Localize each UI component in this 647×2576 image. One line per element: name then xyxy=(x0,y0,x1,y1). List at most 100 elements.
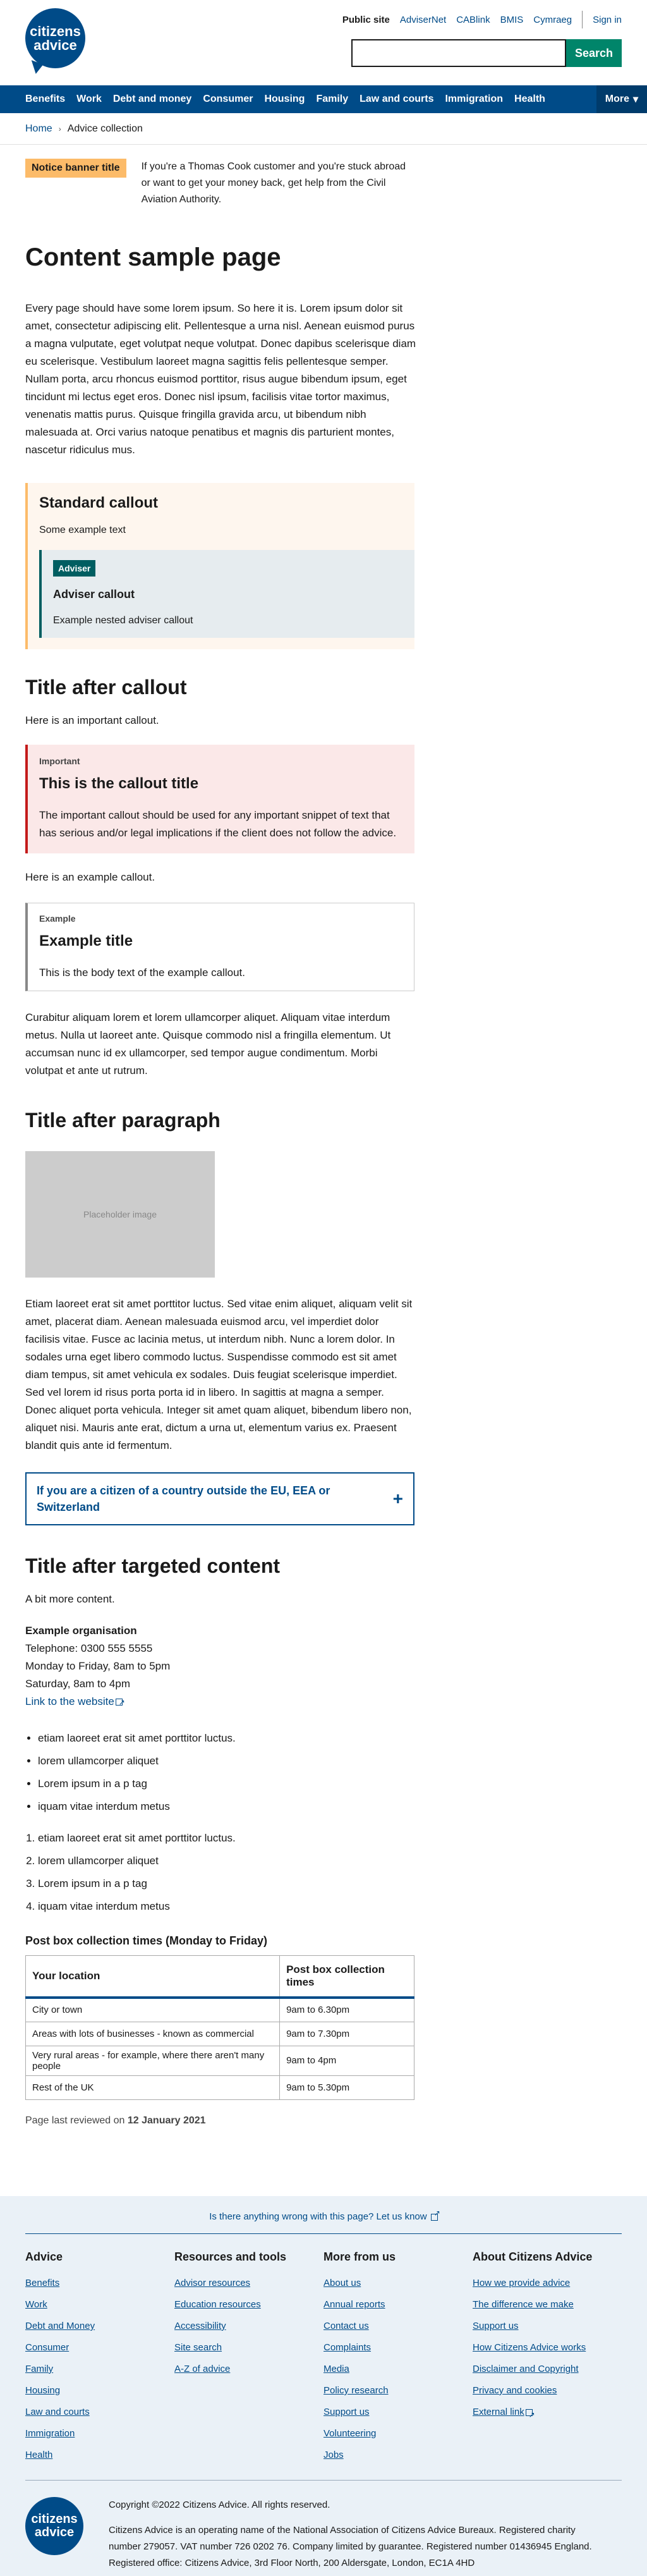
footer-link[interactable]: Debt and Money xyxy=(25,2316,174,2337)
search-input[interactable] xyxy=(351,39,566,67)
breadcrumb-home[interactable]: Home xyxy=(25,123,52,135)
public-site-link[interactable]: Public site xyxy=(342,15,390,25)
notice-banner: Notice banner title If you're a Thomas C… xyxy=(25,159,414,208)
footer-link[interactable]: Jobs xyxy=(324,2445,473,2466)
breadcrumb: Home › Advice collection xyxy=(0,113,647,145)
site-footer: Is there anything wrong with this page? … xyxy=(0,2196,647,2576)
nav-item-benefits[interactable]: Benefits xyxy=(25,94,65,105)
footer-columns: Advice Benefits Work Debt and Money Cons… xyxy=(0,2234,647,2466)
breadcrumb-current: Advice collection xyxy=(67,123,143,134)
table-header-row: Your location Post box collection times xyxy=(25,1955,414,1999)
list-item: etiam laoreet erat sit amet porttitor lu… xyxy=(38,1727,414,1750)
site-search: Search xyxy=(351,39,622,67)
nav-item-family[interactable]: Family xyxy=(316,94,348,105)
table-row: Areas with lots of businesses - known as… xyxy=(25,2021,414,2046)
footer-link[interactable]: Law and courts xyxy=(25,2402,174,2423)
footer-link[interactable]: Health xyxy=(25,2445,174,2466)
important-callout-intro: Here is an important callout. xyxy=(25,714,159,726)
nav-item-debt-and-money[interactable]: Debt and money xyxy=(113,94,191,105)
footer-legal: Copyright ©2022 Citizens Advice. All rig… xyxy=(109,2497,602,2572)
footer-link[interactable]: Complaints xyxy=(324,2337,473,2359)
standard-callout: Standard callout Some example text Advis… xyxy=(25,483,414,649)
footer-link[interactable]: Accessibility xyxy=(174,2316,324,2337)
bmis-link[interactable]: BMIS xyxy=(500,15,524,25)
footer-link[interactable]: Immigration xyxy=(25,2423,174,2445)
table-row: Very rural areas - for example, where th… xyxy=(25,2045,414,2076)
footer-link[interactable]: About us xyxy=(324,2273,473,2294)
external-link-icon xyxy=(525,2404,535,2426)
footer-link[interactable]: Education resources xyxy=(174,2294,324,2316)
footer-link[interactable]: Family xyxy=(25,2359,174,2380)
footer-link[interactable]: How Citizens Advice works xyxy=(473,2337,622,2359)
main-content: Notice banner title If you're a Thomas C… xyxy=(0,159,440,2127)
advisernet-link[interactable]: AdviserNet xyxy=(400,15,446,25)
footer-link[interactable]: Annual reports xyxy=(324,2294,473,2316)
intro-paragraph: Every page should have some lorem ipsum.… xyxy=(25,302,416,456)
footer-link[interactable]: Support us xyxy=(473,2316,622,2337)
footer-link[interactable]: Site search xyxy=(174,2337,324,2359)
table-row: Rest of the UK 9am to 5.30pm xyxy=(25,2075,414,2100)
list-item: iquam vitae interdum metus xyxy=(38,1795,414,1818)
footer-link[interactable]: Privacy and cookies xyxy=(473,2380,622,2402)
heading-title-after-callout: Title after callout xyxy=(25,676,187,699)
nav-item-law-and-courts[interactable]: Law and courts xyxy=(360,94,433,105)
numbered-list: etiam laoreet erat sit amet porttitor lu… xyxy=(25,1827,414,1918)
feedback-row: Is there anything wrong with this page? … xyxy=(0,2196,647,2222)
footer-link[interactable]: Contact us xyxy=(324,2316,473,2337)
footer-link[interactable]: Housing xyxy=(25,2380,174,2402)
table-cell: Very rural areas - for example, where th… xyxy=(25,2045,281,2076)
footer-link[interactable]: Advisor resources xyxy=(174,2273,324,2294)
table-cell: 9am to 6.30pm xyxy=(279,1997,414,2022)
table-title: Post box collection times (Monday to Fri… xyxy=(25,1934,268,1947)
footer-link[interactable]: The difference we make xyxy=(473,2294,622,2316)
list-item: iquam vitae interdum metus xyxy=(38,1895,414,1918)
footer-logo[interactable]: citizens advice xyxy=(25,2497,83,2555)
feedback-link[interactable]: Is there anything wrong with this page? … xyxy=(209,2209,440,2222)
footer-link[interactable]: Volunteering xyxy=(324,2423,473,2445)
nav-item-housing[interactable]: Housing xyxy=(264,94,305,105)
footer-link[interactable]: Policy research xyxy=(324,2380,473,2402)
list-item: lorem ullamcorper aliquet xyxy=(38,1850,414,1872)
heading-title-after-targeted-content: Title after targeted content xyxy=(25,1554,281,1577)
top-links: Public site AdviserNet CABlink BMIS Cymr… xyxy=(342,11,622,28)
footer-link[interactable]: Support us xyxy=(324,2402,473,2423)
more-menu-button[interactable]: More ▾ xyxy=(596,85,647,113)
nav-item-work[interactable]: Work xyxy=(76,94,102,105)
cablink-link[interactable]: CABlink xyxy=(456,15,490,25)
example-callout-title: Example title xyxy=(39,932,133,949)
footer-link[interactable]: How we provide advice xyxy=(473,2273,622,2294)
footer-link[interactable]: Consumer xyxy=(25,2337,174,2359)
organisation-website-link[interactable]: Link to the website xyxy=(25,1694,125,1711)
collapsible-section-title: If you are a citizen of a country outsid… xyxy=(37,1484,330,1513)
placeholder-image-label: Placeholder image xyxy=(83,1209,157,1219)
footer-link[interactable]: A-Z of advice xyxy=(174,2359,324,2380)
footer-col-title: More from us xyxy=(324,2250,396,2263)
footer-link[interactable]: Media xyxy=(324,2359,473,2380)
paragraph-after-image: Etiam laoreet erat sit amet porttitor lu… xyxy=(25,1298,413,1451)
footer-link[interactable]: Work xyxy=(25,2294,174,2316)
nav-item-health[interactable]: Health xyxy=(514,94,545,105)
example-label: Example xyxy=(39,913,76,924)
footer-col-title: Resources and tools xyxy=(174,2250,287,2263)
nav-item-immigration[interactable]: Immigration xyxy=(445,94,503,105)
cymraeg-link[interactable]: Cymraeg xyxy=(533,15,572,25)
adviser-badge: Adviser xyxy=(53,560,96,577)
external-link-icon xyxy=(430,2209,440,2221)
collapsible-section-toggle[interactable]: If you are a citizen of a country outsid… xyxy=(25,1472,414,1525)
footer-external-link[interactable]: External link xyxy=(473,2402,622,2426)
nav-item-consumer[interactable]: Consumer xyxy=(203,94,253,105)
important-callout: Important This is the callout title The … xyxy=(25,745,414,853)
citizens-advice-logo[interactable]: citizens advice xyxy=(25,8,85,68)
important-label: Important xyxy=(39,756,80,766)
feedback-link-label: Is there anything wrong with this page? … xyxy=(209,2211,427,2222)
footer-link[interactable]: Disclaimer and Copyright xyxy=(473,2359,622,2380)
search-button[interactable]: Search xyxy=(566,39,622,67)
footer-link[interactable]: Benefits xyxy=(25,2273,174,2294)
adviser-callout: Adviser Adviser callout Example nested a… xyxy=(39,550,414,638)
notice-banner-text: If you're a Thomas Cook customer and you… xyxy=(141,161,406,205)
placeholder-image: Placeholder image xyxy=(25,1151,215,1278)
notice-banner-title: Notice banner title xyxy=(25,159,126,178)
sign-in-link[interactable]: Sign in xyxy=(593,15,622,25)
example-callout-intro: Here is an example callout. xyxy=(25,871,155,883)
paragraph-after-callout: Curabitur aliquam lorem et lorem ullamco… xyxy=(25,1011,391,1077)
